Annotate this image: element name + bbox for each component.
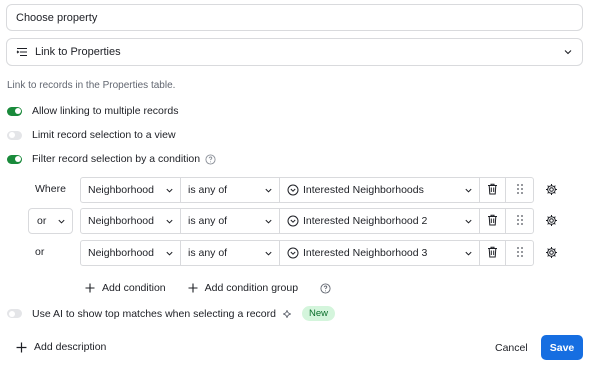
circle-chevron-icon <box>287 247 299 259</box>
condition-operator-select[interactable]: is any of <box>181 241 280 265</box>
conjunction-label: Where <box>35 183 66 195</box>
toggle-label: Limit record selection to a view <box>32 129 176 141</box>
condition-value-label: Interested Neighborhoods <box>303 184 424 196</box>
ai-matches-toggle[interactable] <box>7 309 22 318</box>
condition-operator-select[interactable]: is any of <box>181 178 280 202</box>
ai-toggle-row[interactable]: Use AI to show top matches when selectin… <box>7 306 335 321</box>
condition-operator-label: is any of <box>188 184 228 196</box>
conjunction-select[interactable]: or <box>28 208 73 234</box>
toggle-label: Filter record selection by a condition <box>32 153 201 165</box>
drag-handle[interactable] <box>506 209 533 233</box>
condition-operator-label: is any of <box>188 247 228 259</box>
add-condition-row: Add condition Add condition group <box>85 282 331 294</box>
condition-value-label: Interested Neighborhood 2 <box>303 215 428 227</box>
plus-icon <box>85 283 95 293</box>
save-button[interactable]: Save <box>541 335 583 360</box>
toggle-label: Allow linking to multiple records <box>32 105 179 117</box>
ai-toggle-label: Use AI to show top matches when selectin… <box>32 307 276 320</box>
condition-field-label: Neighborhood <box>88 247 154 259</box>
plus-icon <box>16 342 27 352</box>
conjunction-label: or <box>37 215 47 227</box>
drag-dots-icon <box>516 246 524 261</box>
circle-chevron-icon <box>287 184 299 196</box>
chevron-down-icon <box>165 249 174 258</box>
drag-handle[interactable] <box>506 241 533 265</box>
link-list-icon <box>16 46 28 58</box>
add-description-button[interactable]: Add description <box>16 341 106 353</box>
add-description-label: Add description <box>34 341 107 353</box>
toggle-row-filter[interactable]: Filter record selection by a condition <box>7 153 216 165</box>
add-condition-group-button[interactable]: Add condition group <box>188 282 298 294</box>
condition-operator-label: is any of <box>188 215 228 227</box>
filter-condition-toggle[interactable] <box>7 154 22 164</box>
add-condition-label: Add condition <box>102 282 166 294</box>
help-question-icon[interactable] <box>205 153 216 165</box>
field-type-select[interactable]: Link to Properties <box>6 38 583 66</box>
help-text: Link to records in the Properties table. <box>7 80 176 91</box>
circle-chevron-icon <box>287 215 299 227</box>
add-condition-group-label: Add condition group <box>204 282 299 294</box>
cancel-button[interactable]: Cancel <box>495 342 528 354</box>
chevron-down-icon <box>264 249 273 258</box>
plus-icon <box>188 283 198 293</box>
gear-icon[interactable] <box>545 214 558 227</box>
chevron-down-icon <box>57 217 66 226</box>
add-condition-button[interactable]: Add condition <box>85 282 166 294</box>
chevron-down-icon <box>264 186 273 195</box>
chevron-down-icon <box>165 186 174 195</box>
trash-icon <box>487 214 498 229</box>
chevron-down-icon <box>464 186 473 195</box>
condition-row: Where Neighborhood is any of Interested … <box>28 177 568 203</box>
field-type-label: Link to Properties <box>35 46 121 58</box>
new-badge: New <box>301 306 335 321</box>
trash-icon <box>487 183 498 198</box>
condition-row: or Neighborhood is any of Interested Nei… <box>28 208 568 234</box>
gear-icon[interactable] <box>545 183 558 196</box>
multiple-records-toggle[interactable] <box>7 106 22 116</box>
help-question-icon[interactable] <box>320 282 331 294</box>
drag-dots-icon <box>516 183 524 198</box>
condition-box: Neighborhood is any of Interested Neighb… <box>80 208 534 234</box>
condition-row: or Neighborhood is any of Interested Nei… <box>28 240 568 266</box>
condition-field-label: Neighborhood <box>88 184 154 196</box>
limit-view-toggle[interactable] <box>7 130 22 140</box>
conjunction-label: or <box>35 246 45 258</box>
chevron-down-icon <box>165 217 174 226</box>
field-name-input[interactable]: Choose property <box>6 4 583 31</box>
gear-icon[interactable] <box>545 246 558 259</box>
condition-field-select[interactable]: Neighborhood <box>81 178 181 202</box>
toggle-row-multiple[interactable]: Allow linking to multiple records <box>7 105 178 117</box>
chevron-down-icon <box>464 217 473 226</box>
condition-box: Neighborhood is any of Interested Neighb… <box>80 177 534 203</box>
delete-condition-button[interactable] <box>480 178 506 202</box>
chevron-down-icon <box>464 249 473 258</box>
delete-condition-button[interactable] <box>480 209 506 233</box>
condition-value-select[interactable]: Interested Neighborhood 3 <box>280 241 480 265</box>
trash-icon <box>487 246 498 261</box>
sparkle-icon <box>281 308 293 320</box>
condition-value-select[interactable]: Interested Neighborhood 2 <box>280 209 480 233</box>
condition-operator-select[interactable]: is any of <box>181 209 280 233</box>
chevron-down-icon <box>264 217 273 226</box>
drag-dots-icon <box>516 214 524 229</box>
condition-field-select[interactable]: Neighborhood <box>81 209 181 233</box>
condition-field-label: Neighborhood <box>88 215 154 227</box>
drag-handle[interactable] <box>506 178 533 202</box>
condition-value-select[interactable]: Interested Neighborhoods <box>280 178 480 202</box>
condition-box: Neighborhood is any of Interested Neighb… <box>80 240 534 266</box>
condition-field-select[interactable]: Neighborhood <box>81 241 181 265</box>
toggle-row-view[interactable]: Limit record selection to a view <box>7 129 176 141</box>
chevron-down-icon <box>563 47 573 57</box>
condition-value-label: Interested Neighborhood 3 <box>303 247 428 259</box>
delete-condition-button[interactable] <box>480 241 506 265</box>
